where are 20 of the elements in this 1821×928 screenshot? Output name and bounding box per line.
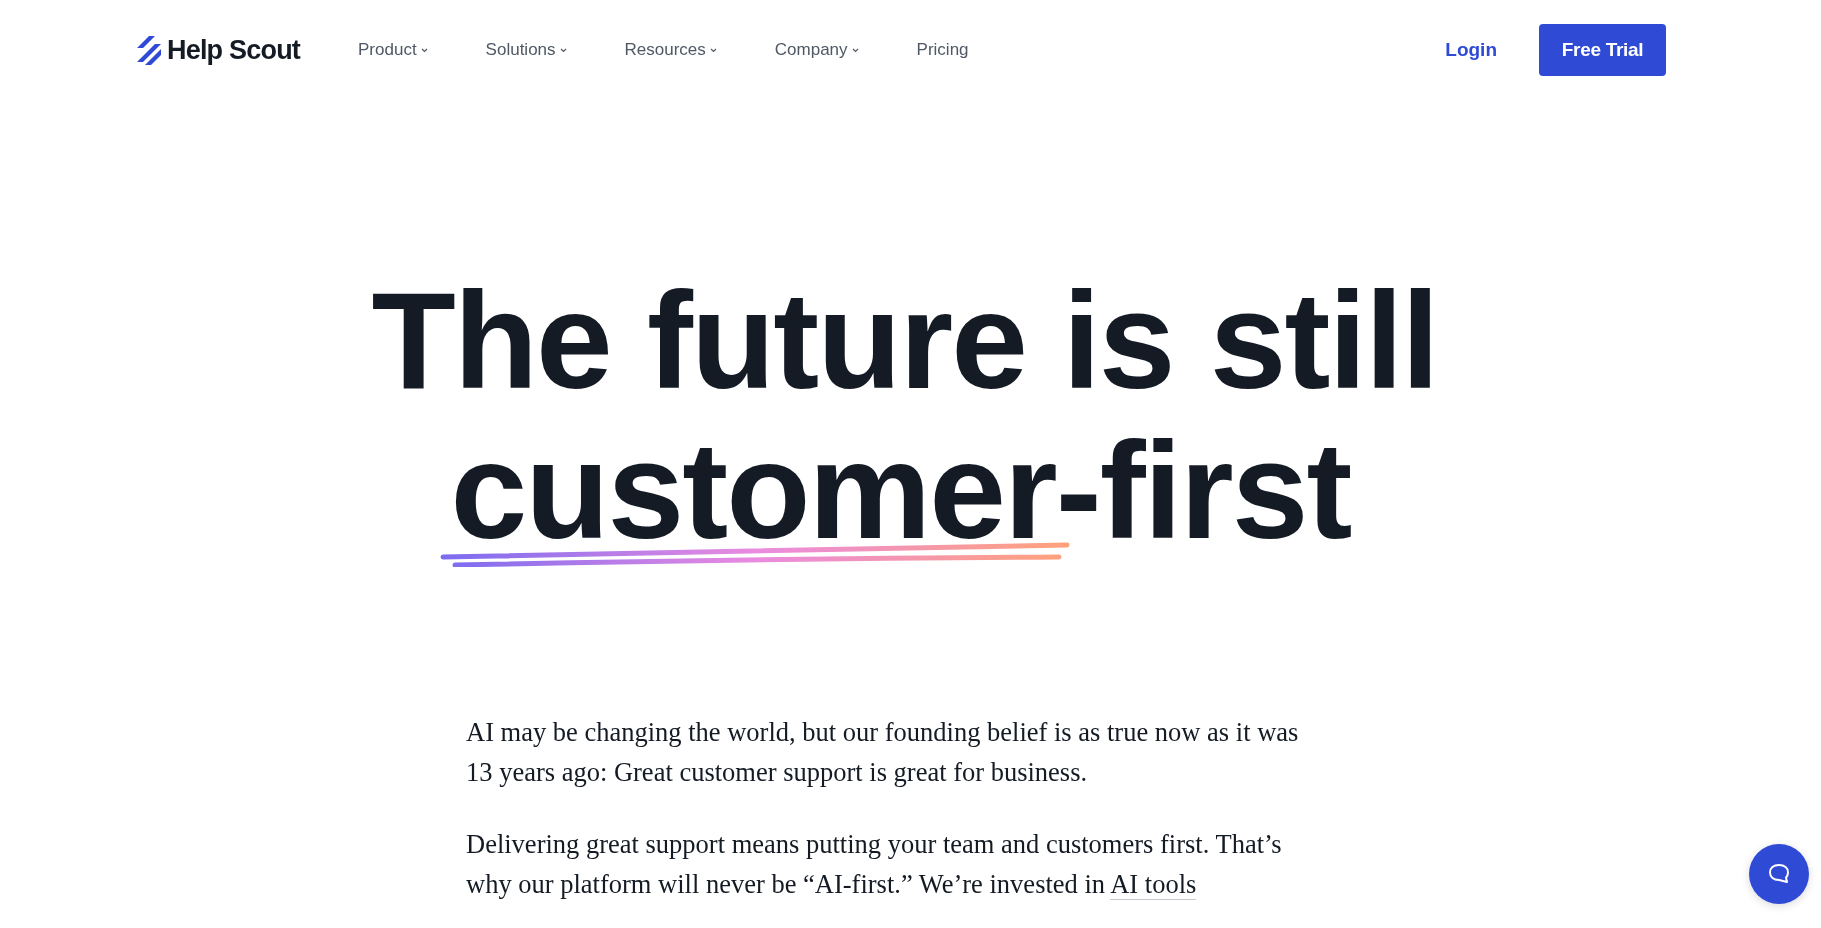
nav-link[interactable]: Company	[774, 40, 859, 60]
nav-link[interactable]: Solutions	[485, 40, 567, 60]
headline: customer-first	[446, 415, 1375, 565]
ai-tools-link[interactable]: AI tools	[1110, 869, 1197, 900]
chat-bubble-icon	[1767, 862, 1791, 886]
logo-text[interactable]: Help Scout	[167, 34, 300, 66]
headline: The future is still	[370, 265, 1439, 415]
body-paragraph: Delivering great support means putting your team and customers first. That’s why our platform will never be “AI-first.” We’re invested in AI tools	[466, 828, 1283, 902]
caret-icon	[559, 47, 567, 53]
body-paragraph: AI may be changing the world, but our founding belief is as true now as it was 13 years ago: Great customer support is great for business.	[466, 716, 1300, 789]
logo-icon	[135, 34, 163, 66]
nav-link[interactable]: Pricing	[916, 40, 969, 60]
nav-link[interactable]: Product	[358, 40, 428, 60]
caret-icon	[851, 47, 859, 53]
login-link[interactable]: Login	[1445, 39, 1497, 61]
chat-button[interactable]	[1749, 844, 1809, 904]
caret-icon	[420, 47, 428, 53]
nav-link[interactable]: Resources	[624, 40, 717, 60]
caret-icon	[709, 47, 717, 53]
free-trial-button[interactable]: Free Trial	[1539, 24, 1666, 76]
